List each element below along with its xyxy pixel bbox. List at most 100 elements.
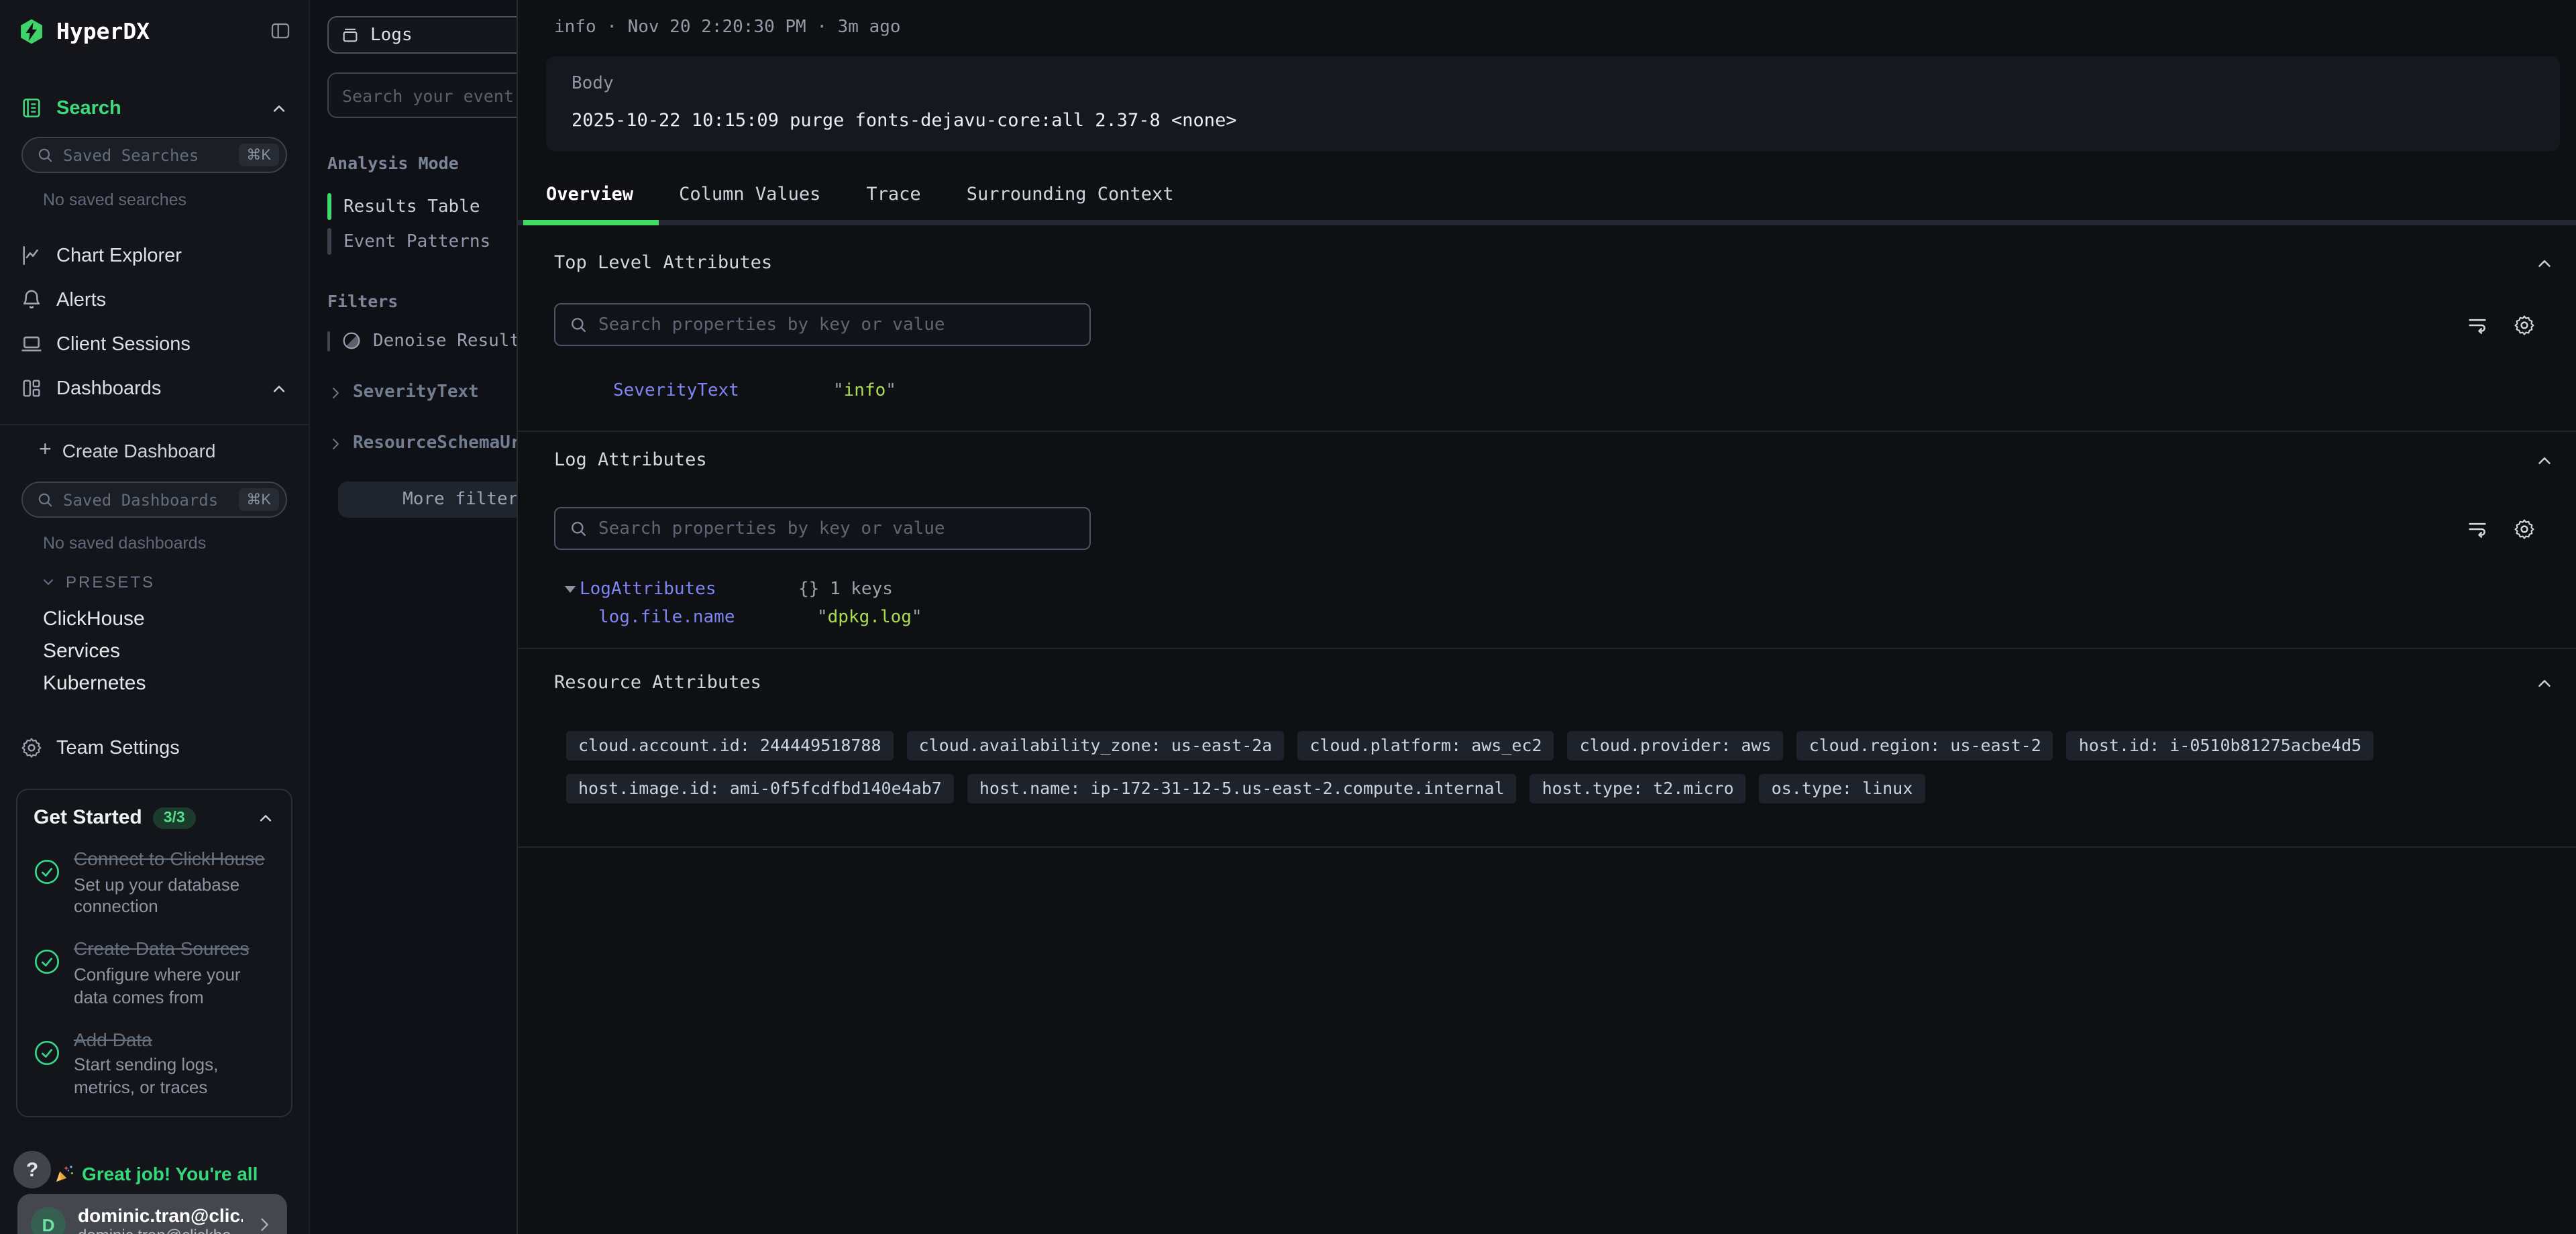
analysis-mode-label: Analysis Mode [327,153,517,173]
step-desc: Set up your database connection [74,874,275,919]
sidebar-item-alerts[interactable]: Alerts [0,278,309,322]
section-title: Top Level Attributes [554,252,772,274]
user-account-button[interactable]: D dominic.tran@clic... dominic.tran@clic… [17,1194,287,1234]
get-started-header[interactable]: Get Started 3/3 [34,806,275,829]
get-started-title: Get Started [34,806,142,829]
chevron-right-icon [255,1215,274,1234]
get-started-step[interactable]: Add Data Start sending logs, metrics, or… [34,1028,275,1100]
saved-dashboards-input[interactable]: Saved Dashboards ⌘K [21,482,287,518]
create-dashboard-label: Create Dashboard [62,440,216,461]
saved-searches-placeholder: Saved Searches [63,146,229,164]
get-started-step[interactable]: Create Data Sources Configure where your… [34,938,275,1010]
filter-group-severitytext[interactable]: SeverityText [327,382,517,402]
archive-icon [341,25,360,44]
sidebar-item-team-settings[interactable]: Team Settings [0,736,309,759]
attribute-value[interactable]: "info" [833,381,896,401]
gear-icon[interactable] [2513,313,2536,336]
shortcut-badge: ⌘K [238,144,279,166]
resource-pill[interactable]: os.type: linux [1760,774,1925,803]
gear-icon[interactable] [2513,517,2536,540]
hyperdx-app: HyperDX Search Saved Searches ⌘K No save… [0,0,2576,1234]
caret-down-icon[interactable] [565,586,576,593]
chevron-up-icon[interactable] [270,379,288,398]
saved-searches-input[interactable]: Saved Searches ⌘K [21,137,287,173]
chart-icon [20,244,43,267]
mode-event-patterns[interactable]: Event Patterns [327,224,517,259]
search-section-label: Search [56,97,121,119]
get-started-step[interactable]: Connect to ClickHouse Set up your databa… [34,848,275,919]
step-title: Create Data Sources [74,938,275,962]
preset-kubernetes[interactable]: Kubernetes [43,667,309,699]
shortcut-badge: ⌘K [238,488,279,511]
sidebar-item-chart-explorer[interactable]: Chart Explorer [0,233,309,278]
dashboard-icon [20,377,43,400]
chevron-up-icon[interactable] [270,99,288,117]
body-text[interactable]: 2025-10-22 10:15:09 purge fonts-dejavu-c… [572,110,2534,131]
attribute-key[interactable]: log.file.name [598,608,817,628]
chevron-up-icon[interactable] [256,808,275,827]
wrap-lines-icon[interactable] [2466,313,2489,336]
resource-pill[interactable]: cloud.provider: aws [1568,731,1784,761]
presets-toggle[interactable]: PRESETS [40,573,309,592]
resource-pill[interactable]: host.type: t2.micro [1530,774,1746,803]
no-saved-searches-text: No saved searches [43,190,287,209]
sidebar-item-dashboards[interactable]: Dashboards [0,366,309,410]
attribute-value[interactable]: "dpkg.log" [817,608,922,628]
check-circle-icon [34,858,60,919]
filter-group-resourceschemaurl[interactable]: ResourceSchemaUrl [327,433,517,453]
attribute-tree-root[interactable]: LogAttributes {} 1 keys [565,579,2576,600]
body-label: Body [572,74,2534,94]
resource-pill[interactable]: cloud.platform: aws_ec2 [1297,731,1554,761]
collapse-section-icon[interactable] [2534,673,2555,693]
resource-pill[interactable]: host.image.id: ami-0f5fcdfbd140e4ab7 [566,774,954,803]
active-tab-indicator [523,220,659,225]
denoise-results-toggle[interactable]: Denoise Results [327,330,517,351]
help-button[interactable]: ? [13,1151,51,1188]
sidebar: HyperDX Search Saved Searches ⌘K No save… [0,0,310,1234]
property-search-input[interactable]: Search properties by key or value [554,303,1091,346]
laptop-icon [20,333,43,355]
nav-label: Client Sessions [56,333,191,355]
mode-indicator [327,228,331,255]
top-level-toolbar: Search properties by key or value [554,303,2536,346]
preset-services[interactable]: Services [43,634,309,667]
preset-clickhouse[interactable]: ClickHouse [43,602,309,634]
detail-tabs: Overview Column Values Trace Surrounding… [518,184,2576,208]
more-filters-button[interactable]: More filters [338,482,517,518]
attribute-key[interactable]: SeverityText [613,381,833,401]
event-meta: info · Nov 20 2:20:30 PM · 3m ago [554,17,2576,38]
progress-badge: 3/3 [153,807,196,828]
resource-pill[interactable]: host.name: ip-172-31-12-5.us-east-2.comp… [967,774,1517,803]
tab-trace[interactable]: Trace [843,184,943,208]
collapse-section-icon[interactable] [2534,253,2555,273]
resource-pill[interactable]: host.id: i-0510b81275acbe4d5 [2067,731,2373,761]
step-title: Add Data [74,1028,275,1052]
filters-label: Filters [327,291,517,311]
collapse-sidebar-icon[interactable] [270,20,291,42]
team-settings-label: Team Settings [56,737,180,759]
create-dashboard-button[interactable]: + Create Dashboard [0,425,309,476]
search-filters-panel: Logs Search your event Analysis Mode Res… [310,0,517,1234]
sidebar-item-client-sessions[interactable]: Client Sessions [0,322,309,366]
tab-surrounding-context[interactable]: Surrounding Context [944,184,1197,208]
resource-pill[interactable]: cloud.availability_zone: us-east-2a [907,731,1285,761]
source-select[interactable]: Logs [327,16,517,54]
mode-results-table[interactable]: Results Table [327,189,517,224]
resource-pill[interactable]: cloud.region: us-east-2 [1797,731,2053,761]
resource-pill[interactable]: cloud.account.id: 244449518788 [566,731,894,761]
tab-overview[interactable]: Overview [523,184,656,208]
celebration-text: Great job! You're all [82,1163,258,1184]
denoise-checkbox[interactable] [327,331,330,351]
wrap-lines-icon[interactable] [2466,517,2489,540]
source-select-value: Logs [370,25,413,45]
sidebar-item-search[interactable]: Search [0,97,309,119]
event-search-input[interactable]: Search your event [327,72,517,118]
plus-icon: + [39,440,52,461]
event-search-placeholder: Search your event [342,85,514,105]
tab-column-values[interactable]: Column Values [656,184,843,208]
check-circle-icon [34,1039,60,1100]
collapse-section-icon[interactable] [2534,450,2555,470]
search-icon [36,146,54,164]
property-search-input[interactable]: Search properties by key or value [554,507,1091,550]
resource-pills-row: host.image.id: ami-0f5fcdfbd140e4ab7 hos… [566,774,2557,803]
